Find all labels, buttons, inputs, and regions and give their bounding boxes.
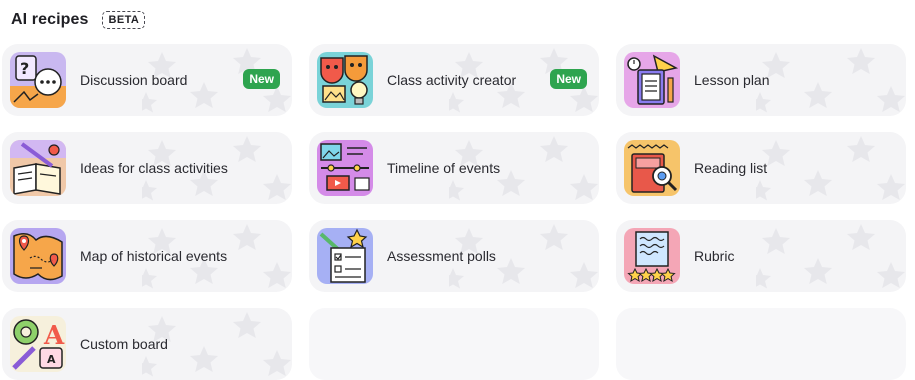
empty-placeholder-card xyxy=(616,308,906,380)
timeline-icon xyxy=(317,140,373,196)
map-icon xyxy=(10,228,66,284)
recipe-card-assessment-polls[interactable]: Assessment polls xyxy=(309,220,599,292)
class-ideas-icon xyxy=(10,140,66,196)
recipe-card-custom-board[interactable]: AA Custom board xyxy=(2,308,292,380)
recipe-card-ideas-for-class-activities[interactable]: Ideas for class activities xyxy=(2,132,292,204)
recipe-card-map-of-historical-events[interactable]: Map of historical events xyxy=(2,220,292,292)
recipe-card-lesson-plan[interactable]: Lesson plan xyxy=(616,44,906,116)
star-pattern-decoration xyxy=(756,224,905,289)
svg-text:A: A xyxy=(43,321,65,351)
recipe-card-timeline-of-events[interactable]: Timeline of events xyxy=(309,132,599,204)
recipe-label: Reading list xyxy=(694,160,768,176)
star-pattern-decoration xyxy=(756,48,905,113)
section-header: AI recipes BETA xyxy=(11,9,146,31)
recipe-label: Discussion board xyxy=(80,72,188,88)
svg-text:A: A xyxy=(47,353,56,366)
recipe-label: Custom board xyxy=(80,336,168,352)
recipe-grid: ? Discussion board New Class activity cr… xyxy=(2,44,906,380)
empty-placeholder-card xyxy=(309,308,599,380)
recipe-label: Rubric xyxy=(694,248,735,264)
star-pattern-decoration xyxy=(756,136,905,201)
recipe-label: Lesson plan xyxy=(694,72,770,88)
new-badge: New xyxy=(550,69,587,89)
recipe-card-discussion-board[interactable]: ? Discussion board New xyxy=(2,44,292,116)
recipe-label: Class activity creator xyxy=(387,72,517,88)
assessment-polls-icon xyxy=(317,228,373,284)
recipe-label: Timeline of events xyxy=(387,160,501,176)
beta-badge: BETA xyxy=(102,11,146,29)
recipe-label: Map of historical events xyxy=(80,248,228,264)
recipe-card-class-activity-creator[interactable]: Class activity creator New xyxy=(309,44,599,116)
custom-board-icon: AA xyxy=(10,316,66,372)
recipe-card-reading-list[interactable]: Reading list xyxy=(616,132,906,204)
rubric-icon xyxy=(624,228,680,284)
svg-text:?: ? xyxy=(20,59,29,78)
section-title: AI recipes xyxy=(11,11,89,28)
lesson-plan-icon xyxy=(624,52,680,108)
reading-list-icon xyxy=(624,140,680,196)
recipe-label: Assessment polls xyxy=(387,248,496,264)
recipe-label: Ideas for class activities xyxy=(80,160,228,176)
new-badge: New xyxy=(243,69,280,89)
discussion-board-icon: ? xyxy=(10,52,66,108)
class-activity-icon xyxy=(317,52,373,108)
recipe-card-rubric[interactable]: Rubric xyxy=(616,220,906,292)
